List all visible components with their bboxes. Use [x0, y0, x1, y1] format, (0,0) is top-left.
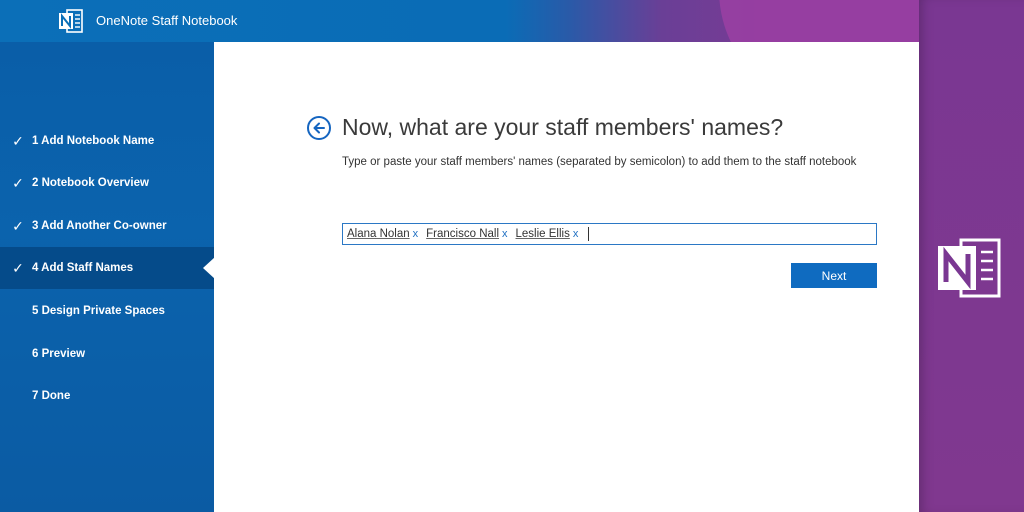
checkmark-icon: ✓ [12, 217, 24, 234]
name-token: Alana Nolan x [347, 228, 418, 240]
step-label: 4 Add Staff Names [32, 262, 134, 274]
step-label: 7 Done [32, 390, 71, 402]
name-token: Leslie Ellis x [516, 228, 579, 240]
step-label: 5 Design Private Spaces [32, 305, 165, 317]
next-button[interactable]: Next [791, 263, 877, 288]
name-token-label: Alana Nolan [347, 228, 410, 240]
name-token-label: Francisco Nall [426, 228, 500, 240]
wizard-steps-sidebar: ✓ 1 Add Notebook Name ✓ 2 Notebook Overv… [0, 42, 215, 512]
page-title: Now, what are your staff members' names? [342, 114, 784, 140]
back-button[interactable] [307, 116, 331, 140]
sidebar-step-design-private-spaces[interactable]: 5 Design Private Spaces [0, 290, 214, 332]
main-content: Now, what are your staff members' names?… [214, 42, 919, 512]
sidebar-step-done[interactable]: 7 Done [0, 375, 214, 417]
app-title: OneNote Staff Notebook [96, 13, 238, 28]
sidebar-step-add-another-co-owner[interactable]: ✓ 3 Add Another Co-owner [0, 205, 214, 247]
step-label: 3 Add Another Co-owner [32, 220, 167, 232]
checkmark-icon: ✓ [12, 174, 24, 191]
sidebar-step-add-staff-names[interactable]: ✓ 4 Add Staff Names [0, 247, 215, 289]
name-token-label: Leslie Ellis [515, 228, 570, 240]
remove-name-icon[interactable]: x [413, 228, 419, 240]
decorative-swoosh [719, 0, 919, 42]
sidebar-step-add-notebook-name[interactable]: ✓ 1 Add Notebook Name [0, 120, 214, 162]
step-label: 1 Add Notebook Name [32, 135, 155, 147]
remove-name-icon[interactable]: x [573, 228, 579, 240]
name-token: Francisco Nall x [426, 228, 507, 240]
sidebar-step-preview[interactable]: 6 Preview [0, 333, 214, 375]
step-label: 2 Notebook Overview [32, 177, 149, 189]
checkmark-icon: ✓ [12, 259, 24, 276]
sidebar-step-notebook-overview[interactable]: ✓ 2 Notebook Overview [0, 162, 214, 204]
staff-names-input[interactable]: Alana Nolan x Francisco Nall x Leslie El… [342, 223, 877, 245]
onenote-logo-icon [59, 9, 83, 33]
text-caret [588, 227, 590, 241]
onenote-logo-icon [938, 238, 1001, 298]
step-label: 6 Preview [32, 348, 86, 360]
checkmark-icon: ✓ [12, 132, 24, 149]
title-bar: OneNote Staff Notebook [0, 0, 919, 42]
page-instructions: Type or paste your staff members' names … [342, 156, 857, 168]
arrow-left-icon [313, 122, 325, 134]
remove-name-icon[interactable]: x [502, 228, 508, 240]
onenote-brand-panel [919, 0, 1024, 512]
